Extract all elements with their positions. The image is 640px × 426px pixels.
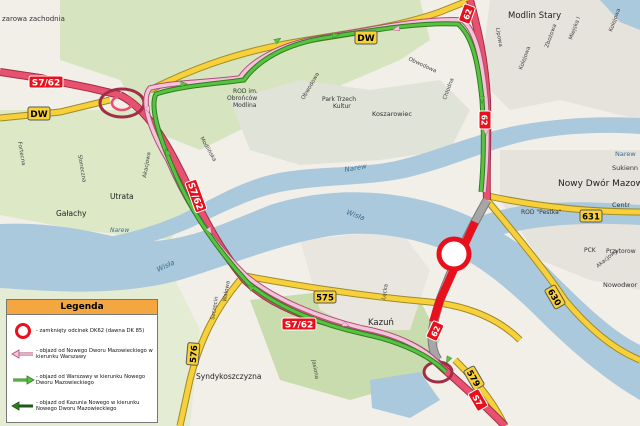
closure-icon: [436, 236, 472, 272]
shield-s7-62-south: S7/62: [281, 317, 317, 331]
shield-575: 575: [313, 290, 337, 304]
shield-62-middle: 62: [478, 110, 492, 130]
shield-s7-62-west-label: S7/62: [32, 79, 61, 89]
shield-631: 631: [579, 209, 603, 223]
place-nowodwor: Nowodwor: [603, 281, 638, 289]
shield-s7-62-south-label: S7/62: [285, 321, 314, 331]
green-arrow-icon: [10, 375, 36, 385]
place-centr: Centr: [612, 201, 630, 209]
shield-576: 576: [185, 342, 201, 366]
corner-road-label: zarowa zachodnia: [2, 15, 65, 23]
legend-item-detour-from-kazun-text: - objazd od Kazunia Nowego w kierunku No…: [36, 400, 140, 413]
legend-item-detour-to-warsaw: - objazd od Nowego Dworu Mazowieckiego w…: [10, 348, 154, 360]
place-galachy: Gałachy: [56, 209, 87, 218]
legend-title: Legenda: [7, 300, 157, 315]
legend-item-closed-text: - zamknięty odcinek DK62 (dawna DK 85): [36, 327, 145, 334]
place-nowy-dwor: Nowy Dwór Mazowiecki: [558, 178, 640, 189]
shield-62-middle-label: 62: [480, 114, 489, 125]
poi-rod-pestka: ROD "Pestka": [521, 209, 562, 216]
legend-item-detour-from-kazun: - objazd od Kazunia Nowego w kierunku No…: [10, 400, 154, 412]
shield-dw-north: DW: [354, 30, 378, 45]
place-kazun: Kazuń: [368, 318, 394, 328]
shield-575-label: 575: [316, 294, 334, 304]
place-narew: Narew: [615, 150, 636, 158]
shield-dw-west: DW: [27, 106, 51, 121]
legend-item-detour-from-warsaw-text: - objazd od Warszawy w kierunku Nowego D…: [36, 374, 146, 387]
place-utrata: Utrata: [110, 192, 134, 201]
shield-dw-west-label: DW: [30, 110, 47, 120]
place-sukienn: Sukienn: [612, 164, 638, 172]
dark-green-arrow-icon: [10, 401, 36, 411]
place-syndykoszczyzna: Syndykoszczyzna: [196, 372, 261, 381]
legend-panel: Legenda - zamknięty odcinek DK62 (dawna …: [6, 299, 158, 423]
river-label-narew-west: Narew: [110, 227, 129, 234]
pink-arrow-icon: [10, 349, 36, 359]
place-modlin-stary: Modlin Stary: [508, 11, 561, 21]
legend-item-detour-to-warsaw-text: - objazd od Nowego Dworu Mazowieckiego w…: [36, 348, 153, 361]
shield-631-label: 631: [582, 213, 600, 223]
shield-s7-62-west: S7/62: [28, 75, 64, 89]
poi-koszarowiec: Koszarowiec: [372, 110, 412, 118]
shield-dw-north-label: DW: [357, 34, 374, 44]
legend-item-closed: - zamknięty odcinek DK62 (dawna DK 85): [10, 322, 154, 340]
shield-576-label: 576: [189, 345, 201, 364]
place-pck: PCK: [584, 247, 597, 254]
legend-item-detour-from-warsaw: - objazd od Warszawy w kierunku Nowego D…: [10, 374, 154, 386]
closed-road-icon: [10, 322, 36, 340]
